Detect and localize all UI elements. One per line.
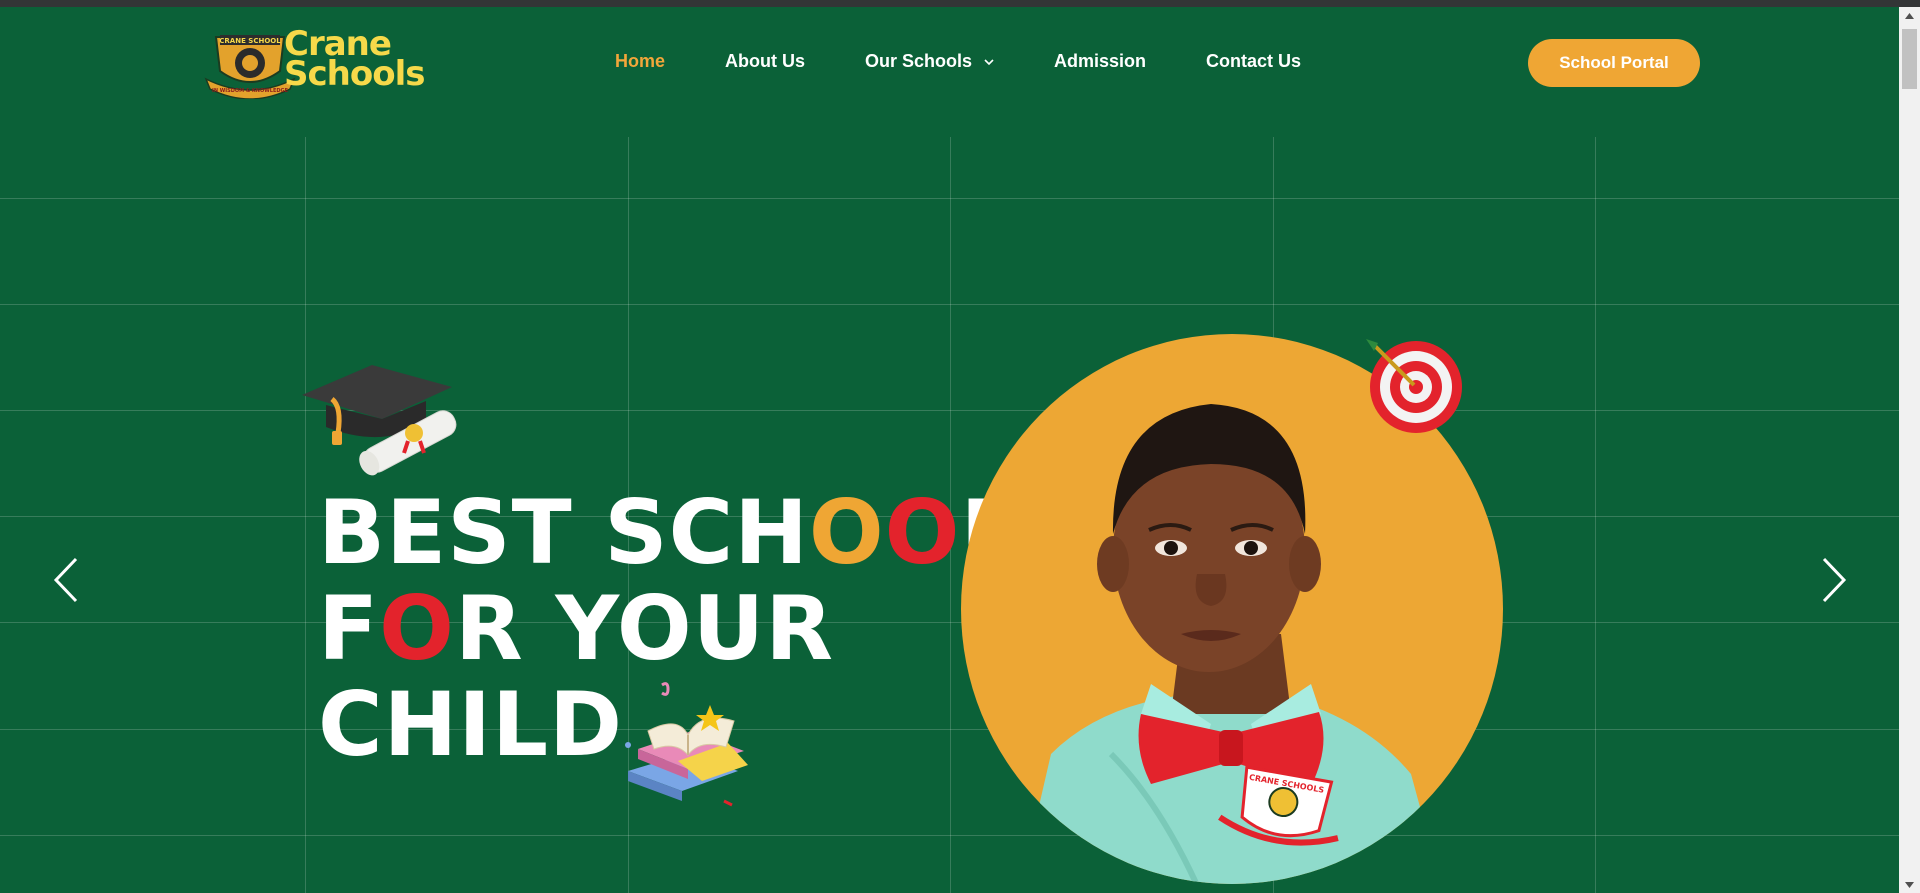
vertical-scrollbar[interactable] xyxy=(1899,7,1920,893)
nav-home[interactable]: Home xyxy=(615,51,665,72)
hero-letter-orange: O xyxy=(808,481,885,584)
grid-line xyxy=(1595,137,1596,893)
site-logo[interactable]: CRANE SCHOOL IN WISDOM & KNOWLEDGE Crane… xyxy=(200,27,440,107)
nav-about-us[interactable]: About Us xyxy=(725,51,805,72)
crest-banner-text: CRANE SCHOOL xyxy=(219,37,281,45)
hero-letter-red: O xyxy=(884,481,961,584)
nav-our-schools-label: Our Schools xyxy=(865,51,973,71)
main-nav: Home About Us Our Schools Admission Cont… xyxy=(615,51,1361,72)
brand-name: Crane Schools xyxy=(284,27,425,94)
hero-line-1: BEST SCHOOL xyxy=(318,485,1018,581)
nav-contact-us[interactable]: Contact Us xyxy=(1206,51,1301,72)
grid-line xyxy=(0,410,1899,411)
hero-text: R YOUR xyxy=(454,577,834,680)
hero-letter-red: O xyxy=(379,577,455,680)
brand-name-line2: Schools xyxy=(284,54,425,94)
grid-line xyxy=(0,304,1899,305)
chevron-down-icon xyxy=(984,58,994,65)
scroll-down-button[interactable] xyxy=(1899,876,1920,893)
crest-motto-text: IN WISDOM & KNOWLEDGE xyxy=(212,88,289,94)
school-portal-button[interactable]: School Portal xyxy=(1528,39,1700,87)
browser-top-strip xyxy=(0,0,1920,7)
books-icon xyxy=(625,682,748,807)
nav-admission[interactable]: Admission xyxy=(1054,51,1146,72)
page-viewport: CRANE SCHOOL IN WISDOM & KNOWLEDGE Crane… xyxy=(0,7,1899,893)
chevron-left-icon[interactable] xyxy=(48,555,88,605)
triangle-up-icon xyxy=(1905,12,1914,19)
hero-text: BEST SCH xyxy=(318,481,809,584)
hero-line-2: FOR YOUR xyxy=(318,581,1018,677)
grid-line xyxy=(305,137,306,893)
graduation-cap-icon xyxy=(302,365,457,476)
triangle-down-icon xyxy=(1905,881,1914,888)
nav-our-schools[interactable]: Our Schools xyxy=(865,51,994,72)
grid-line xyxy=(0,835,1899,836)
grid-line xyxy=(0,198,1899,199)
hero-text: F xyxy=(318,577,380,680)
target-icon xyxy=(1366,339,1462,433)
scroll-up-button[interactable] xyxy=(1899,7,1920,24)
chevron-right-icon[interactable] xyxy=(1812,555,1852,605)
scrollbar-thumb[interactable] xyxy=(1902,29,1917,89)
